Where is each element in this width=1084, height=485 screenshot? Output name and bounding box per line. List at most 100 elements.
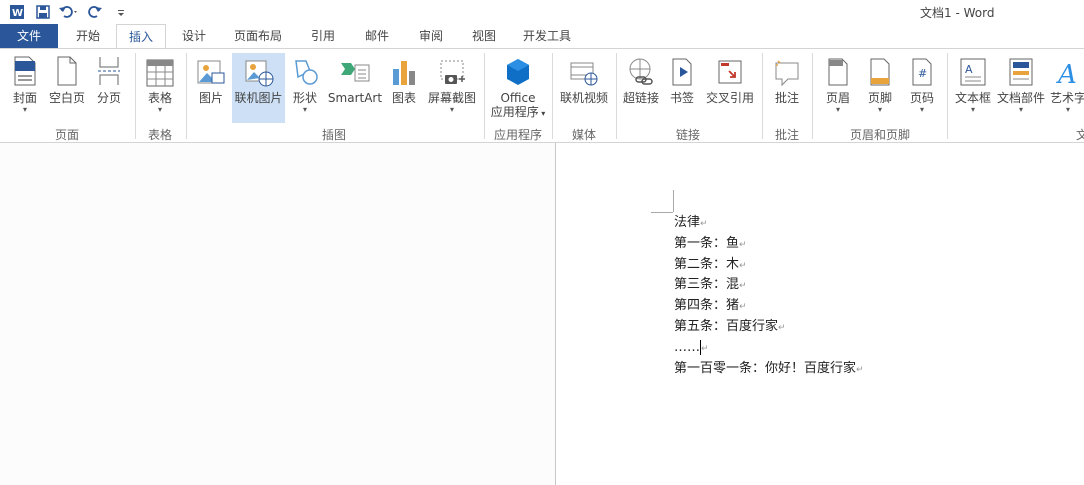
- tab-mailings[interactable]: 邮件: [354, 24, 400, 49]
- quick-parts-icon: [1009, 58, 1033, 86]
- cover-page-icon: [14, 56, 36, 86]
- svg-text:#: #: [918, 67, 927, 80]
- word-logo-icon[interactable]: W: [6, 2, 28, 22]
- dropdown-caret-icon: ▾: [157, 105, 162, 114]
- group-links-label: 链接: [675, 128, 700, 142]
- cross-reference-icon: [718, 60, 742, 84]
- title-bar: W 文档1 - Word: [0, 0, 1084, 24]
- tab-home[interactable]: 开始: [62, 24, 114, 49]
- comment-icon: [775, 60, 799, 87]
- chart-button[interactable]: 图表: [387, 53, 421, 127]
- screenshot-icon: [440, 60, 465, 84]
- bookmark-icon: [672, 58, 692, 86]
- bookmark-button[interactable]: 书签: [665, 53, 699, 127]
- hyperlink-button[interactable]: 超链接: [620, 53, 662, 127]
- group-separator: [186, 53, 187, 139]
- dropdown-caret-icon: ▾: [1065, 105, 1070, 114]
- header-icon: [828, 58, 848, 86]
- dropdown-caret-icon: ▾: [877, 105, 882, 114]
- tab-review[interactable]: 审阅: [408, 24, 454, 49]
- picture-button[interactable]: 图片: [193, 53, 229, 127]
- paragraph-mark-icon: ↵: [856, 364, 864, 375]
- navigation-pane: [0, 143, 556, 485]
- group-separator: [135, 53, 136, 139]
- tab-references[interactable]: 引用: [300, 24, 346, 49]
- quick-parts-button[interactable]: 文档部件 ▾: [996, 53, 1046, 127]
- margin-crop-mark: [651, 212, 673, 213]
- office-store-icon: [507, 59, 529, 85]
- table-icon: [146, 59, 174, 87]
- quick-access-toolbar: W: [6, 2, 132, 22]
- margin-crop-mark: [673, 190, 674, 212]
- customize-icon[interactable]: [110, 2, 132, 22]
- undo-icon[interactable]: [58, 2, 80, 22]
- doc-line: 第五条：百度行家↵: [674, 318, 786, 334]
- document-workspace: 法律↵ 第一条：鱼↵ 第二条：木↵ 第三条：混↵ 第四条：猪↵ 第五条：百度行家…: [0, 143, 1084, 485]
- dropdown-caret-icon: ▾: [449, 105, 454, 114]
- online-video-icon: [570, 62, 598, 86]
- header-button[interactable]: 页眉 ▾: [818, 53, 858, 127]
- svg-text:W: W: [12, 8, 23, 19]
- screenshot-button[interactable]: 屏幕截图 ▾: [425, 53, 479, 127]
- dropdown-caret-icon: ▾: [970, 105, 975, 114]
- tab-insert[interactable]: 插入: [116, 24, 166, 49]
- group-separator: [484, 53, 485, 139]
- table-button[interactable]: 表格 ▾: [141, 53, 179, 127]
- footer-icon: [870, 58, 890, 86]
- picture-icon: [197, 60, 225, 84]
- tab-view[interactable]: 视图: [461, 24, 507, 49]
- redo-icon[interactable]: [84, 2, 106, 22]
- doc-line: 第一条：鱼↵: [674, 235, 747, 251]
- group-illustrations-label: 插图: [321, 128, 346, 142]
- shapes-button[interactable]: 形状 ▾: [287, 53, 323, 127]
- group-pages-label: 页面: [54, 128, 79, 142]
- dropdown-caret-icon: ▾: [835, 105, 840, 114]
- paragraph-mark-icon: ↵: [701, 343, 709, 354]
- footer-button[interactable]: 页脚 ▾: [860, 53, 900, 127]
- tab-file[interactable]: 文件: [0, 24, 58, 49]
- blank-page-button[interactable]: 空白页: [46, 53, 88, 127]
- cross-reference-button[interactable]: 交叉引用: [703, 53, 757, 127]
- group-media-label: 媒体: [571, 128, 596, 142]
- online-picture-button[interactable]: 联机图片: [232, 53, 285, 123]
- page-number-button[interactable]: # 页码 ▾: [902, 53, 942, 127]
- blank-page-icon: [57, 56, 77, 86]
- group-tables-label: 表格: [147, 128, 172, 142]
- group-separator: [947, 53, 948, 139]
- dropdown-caret-icon: ▾: [22, 105, 27, 114]
- group-separator: [552, 53, 553, 139]
- doc-line: 第一百零一条：你好！百度行家↵: [674, 360, 864, 376]
- document-body[interactable]: 法律↵ 第一条：鱼↵ 第二条：木↵ 第三条：混↵ 第四条：猪↵ 第五条：百度行家…: [674, 213, 864, 379]
- hyperlink-icon: [629, 58, 653, 85]
- tab-design[interactable]: 设计: [170, 24, 218, 49]
- textbox-button[interactable]: A 文本框 ▾: [952, 53, 994, 127]
- dropdown-caret-icon: ▾: [538, 109, 546, 118]
- page-break-button[interactable]: 分页: [90, 53, 128, 127]
- doc-line: 法律↵: [674, 215, 708, 230]
- doc-line: 第四条：猪↵: [674, 298, 747, 314]
- save-icon[interactable]: [32, 2, 54, 22]
- window-title: 文档1 - Word: [920, 6, 995, 20]
- dropdown-caret-icon: ▾: [302, 105, 307, 114]
- online-video-button[interactable]: 联机视频: [556, 53, 612, 127]
- page-number-icon: #: [912, 58, 932, 86]
- wordart-icon: A: [1056, 60, 1077, 87]
- doc-line: ……↵: [674, 339, 709, 355]
- svg-text:A: A: [1056, 60, 1077, 87]
- doc-line: 第三条：混↵: [674, 277, 747, 293]
- group-separator: [762, 53, 763, 139]
- ribbon-insert: 封面 ▾ 空白页 分页 页面 表格 ▾ 表格 图片 联机图片 形状 ▾ Smar…: [0, 48, 1084, 143]
- textbox-icon: A: [960, 58, 986, 86]
- comment-button[interactable]: 批注: [768, 53, 806, 127]
- office-apps-button[interactable]: Office 应用程序 ▾: [487, 53, 549, 127]
- smartart-button[interactable]: SmartArt: [327, 53, 383, 127]
- dropdown-caret-icon: ▾: [919, 105, 924, 114]
- svg-text:A: A: [965, 63, 973, 76]
- tab-page-layout[interactable]: 页面布局: [226, 24, 290, 49]
- cover-page-button[interactable]: 封面 ▾: [6, 53, 44, 127]
- dropdown-caret-icon: ▾: [1018, 105, 1023, 114]
- wordart-button[interactable]: A 艺术字 ▾: [1048, 53, 1084, 127]
- chart-icon: [393, 61, 415, 85]
- tab-developer[interactable]: 开发工具: [515, 24, 579, 49]
- document-page[interactable]: 法律↵ 第一条：鱼↵ 第二条：木↵ 第三条：混↵ 第四条：猪↵ 第五条：百度行家…: [556, 143, 1084, 485]
